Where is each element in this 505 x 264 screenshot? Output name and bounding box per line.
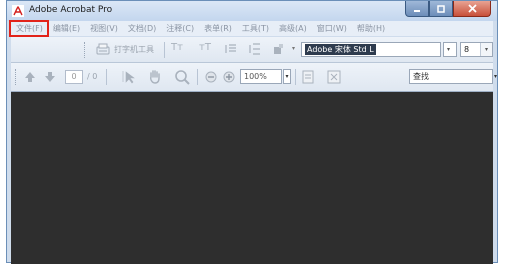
hand-tool-icon[interactable] [147, 69, 163, 85]
menu-forms[interactable]: 表单(R) [199, 23, 237, 34]
navigation-toolbar: 0 / 0 100% ▾ 查找 ▾ [11, 63, 497, 92]
document-workspace[interactable] [11, 92, 493, 264]
chevron-down-icon: ▾ [447, 46, 451, 53]
text-smaller-icon[interactable]: Tт [171, 42, 183, 53]
zoom-combo[interactable]: 100% [240, 69, 282, 84]
menu-help[interactable]: 帮助(H) [352, 23, 390, 34]
menu-view[interactable]: 视图(V) [85, 23, 123, 34]
separator [295, 69, 296, 85]
zoom-tool-icon[interactable] [173, 69, 191, 85]
chevron-down-icon: ▾ [285, 73, 289, 80]
separator [106, 69, 107, 85]
maximize-button[interactable] [429, 1, 453, 17]
zoom-in-icon[interactable] [223, 71, 235, 83]
title-bar[interactable]: Adobe Acrobat Pro [7, 1, 497, 21]
chevron-down-icon[interactable]: ▾ [494, 73, 497, 80]
page-total: / 0 [87, 72, 98, 81]
window-title: Adobe Acrobat Pro [29, 5, 113, 15]
maximize-icon [437, 4, 445, 13]
close-icon [467, 4, 477, 13]
menu-document[interactable]: 文档(D) [123, 23, 161, 34]
menu-bar: 文件(F) 编辑(E) 视图(V) 文档(D) 注释(C) 表单(R) 工具(T… [11, 21, 493, 36]
highlight-box [9, 20, 49, 37]
text-larger-icon[interactable]: тT [199, 42, 211, 53]
font-name-dropdown[interactable]: ▾ [443, 42, 457, 57]
typewriter-toolbar: 打字机工具 Tт тT ▾ Adobe 宋体 Std L ▾ 8 ▾ [11, 37, 493, 63]
application-window: Adobe Acrobat Pro 文件(F) 编辑(E) 视图(V) 文档(D… [6, 0, 498, 264]
font-name-value: Adobe 宋体 Std L [305, 44, 376, 55]
search-value: 查找 [413, 72, 429, 81]
text-color-icon[interactable] [273, 43, 285, 55]
page-number-input[interactable]: 0 [65, 70, 83, 84]
zoom-out-icon[interactable] [205, 71, 217, 83]
font-name-combo[interactable]: Adobe 宋体 Std L [301, 42, 441, 57]
line-spacing-increase-icon[interactable] [249, 43, 261, 55]
previous-page-icon[interactable] [23, 70, 37, 84]
line-spacing-decrease-icon[interactable] [225, 43, 237, 55]
menu-edit[interactable]: 编辑(E) [48, 23, 85, 34]
zoom-value: 100% [244, 72, 267, 81]
font-size-combo[interactable]: 8 ▾ [460, 42, 493, 57]
typewriter-label[interactable]: 打字机工具 [114, 44, 154, 55]
fit-page-icon[interactable] [301, 70, 315, 84]
chevron-down-icon: ▾ [480, 43, 492, 56]
minimize-button[interactable] [405, 1, 429, 17]
separator [164, 42, 165, 58]
menu-comments[interactable]: 注释(C) [161, 23, 199, 34]
toolbar-grip[interactable] [84, 42, 87, 58]
full-screen-icon[interactable] [327, 70, 341, 84]
toolbar-grip[interactable] [15, 69, 18, 85]
next-page-icon[interactable] [43, 70, 57, 84]
menu-window[interactable]: 窗口(W) [312, 23, 352, 34]
separator [197, 69, 198, 85]
minimize-icon [414, 9, 420, 12]
select-tool-icon[interactable] [121, 70, 135, 84]
typewriter-icon[interactable] [95, 42, 111, 57]
menu-advanced[interactable]: 高级(A) [274, 23, 312, 34]
font-size-value: 8 [464, 45, 470, 54]
acrobat-icon [12, 5, 24, 17]
menu-tools[interactable]: 工具(T) [237, 23, 274, 34]
search-combo[interactable]: 查找 [409, 69, 493, 84]
close-button[interactable] [453, 1, 491, 17]
zoom-dropdown[interactable]: ▾ [283, 69, 291, 84]
text-color-dropdown-icon[interactable]: ▾ [292, 45, 295, 52]
